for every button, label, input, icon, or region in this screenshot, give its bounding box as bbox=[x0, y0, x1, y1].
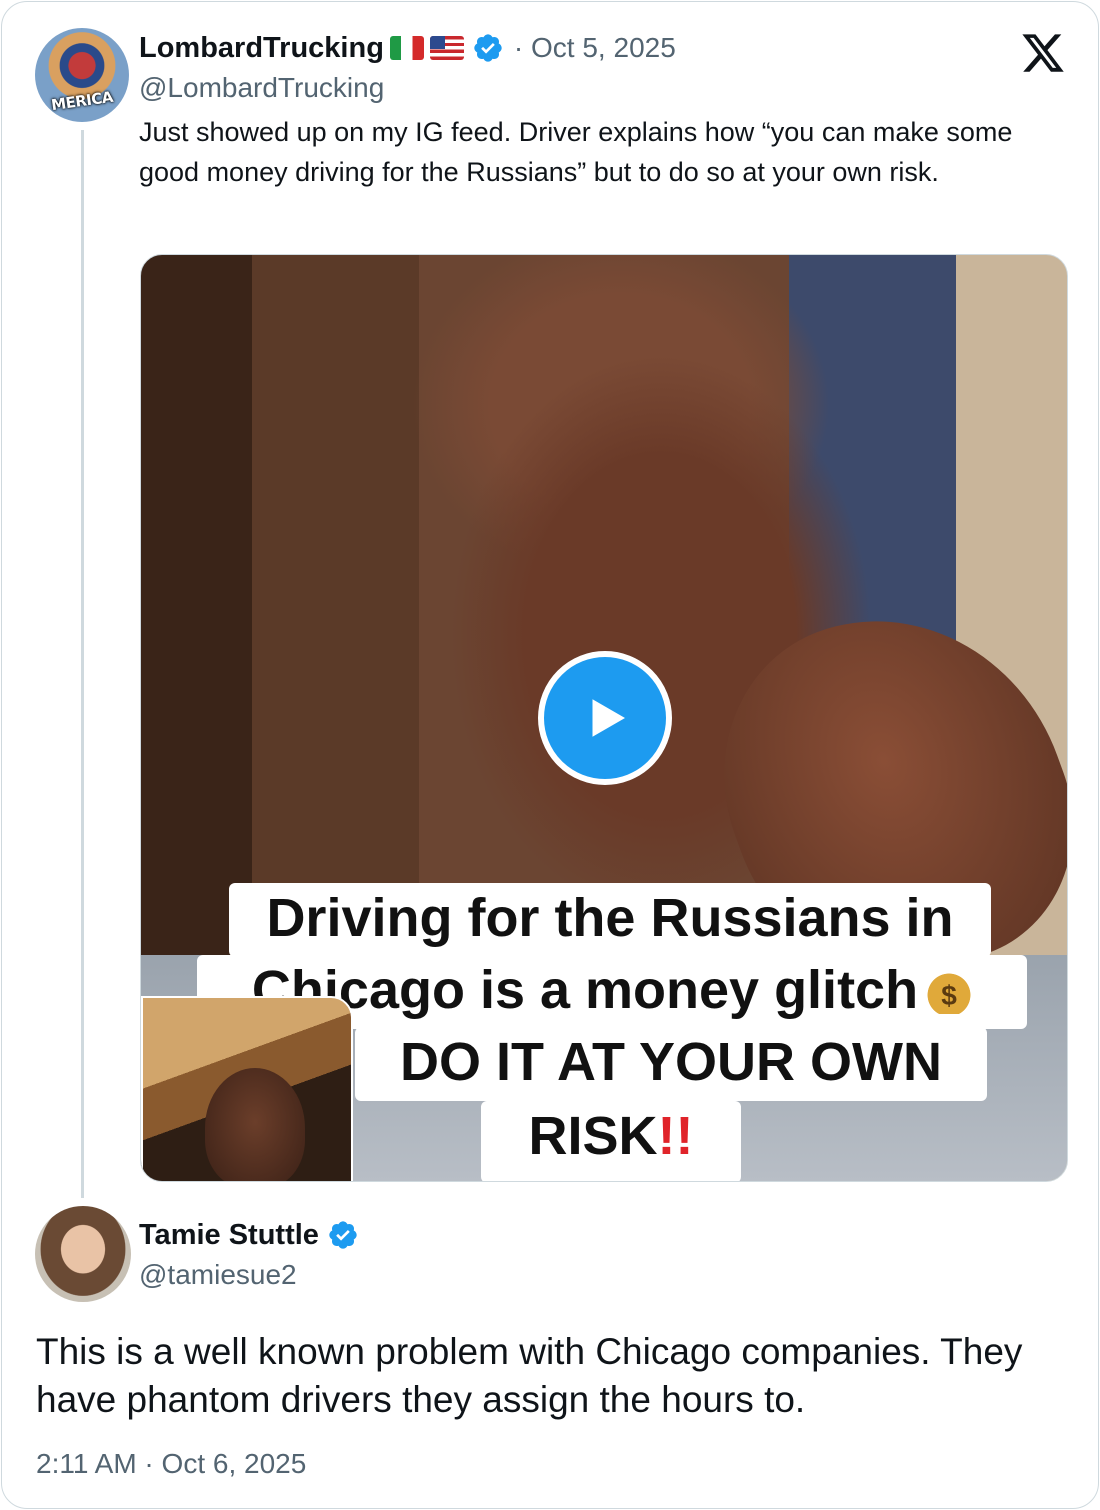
reply-author-row: Tamie Stuttle bbox=[139, 1215, 359, 1255]
reply-tweet-text: This is a well known problem with Chicag… bbox=[36, 1331, 1023, 1420]
parent-display-name[interactable]: LombardTrucking bbox=[139, 32, 384, 65]
parent-date[interactable]: · Oct 5, 2025 bbox=[514, 32, 676, 64]
play-button[interactable] bbox=[538, 651, 672, 785]
parent-author-row: LombardTrucking · Oct 5, 2025 bbox=[139, 28, 676, 68]
thread-connector-line bbox=[81, 130, 84, 1198]
parent-tweet-text: Just showed up on my IG feed. Driver exp… bbox=[139, 117, 1013, 187]
money-bag-icon: $ bbox=[926, 964, 973, 1014]
play-icon bbox=[592, 699, 625, 737]
pip-face-region bbox=[205, 1068, 305, 1181]
us-flag-icon bbox=[429, 36, 464, 60]
tamie-avatar[interactable] bbox=[35, 1206, 131, 1302]
reply-handle[interactable]: @tamiesue2 bbox=[139, 1259, 297, 1291]
italy-flag-icon bbox=[389, 36, 424, 60]
parent-handle[interactable]: @LombardTrucking bbox=[139, 72, 384, 104]
video-caption-line-4: RISK!! bbox=[481, 1101, 741, 1181]
verified-badge-icon bbox=[474, 34, 502, 62]
video-caption-line-3: DO IT AT YOUR OWN bbox=[355, 1027, 987, 1101]
picture-in-picture-overlay bbox=[141, 996, 353, 1181]
caption-line-4-text: RISK bbox=[528, 1106, 658, 1166]
video-thumbnail[interactable]: Driving for the Russians in Chicago is a… bbox=[140, 254, 1068, 1182]
reply-display-name[interactable]: Tamie Stuttle bbox=[139, 1219, 319, 1252]
lombard-avatar[interactable]: MERICA bbox=[35, 28, 129, 122]
verified-badge-icon bbox=[329, 1221, 357, 1249]
money-bag-symbol: $ bbox=[941, 980, 957, 1011]
avatar-caption: MERICA bbox=[50, 87, 114, 115]
x-logo-icon[interactable] bbox=[1020, 30, 1066, 76]
double-exclamation-icon: !! bbox=[657, 1106, 694, 1166]
tweet-card: MERICA LombardTrucking · Oct 5, 2025 @Lo… bbox=[1, 1, 1099, 1509]
reply-timestamp[interactable]: 2:11 AM · Oct 6, 2025 bbox=[36, 1448, 306, 1480]
video-caption-line-1: Driving for the Russians in bbox=[229, 883, 991, 957]
